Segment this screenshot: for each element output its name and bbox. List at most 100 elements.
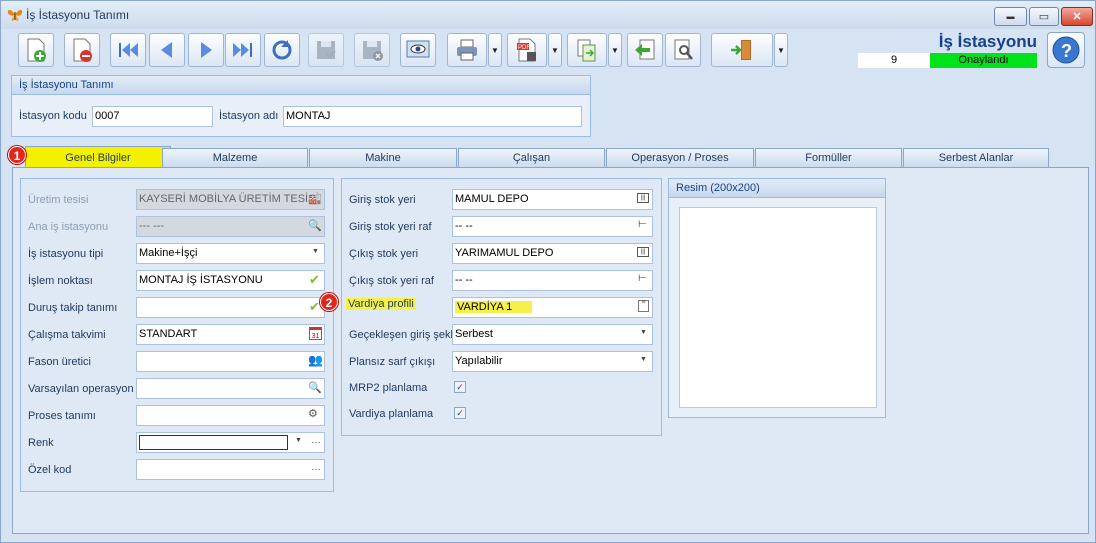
- checkmark-icon: ✓: [456, 382, 464, 392]
- tab-formuller[interactable]: Formüller: [755, 148, 902, 168]
- tab-serbest-alanlar[interactable]: Serbest Alanlar: [903, 148, 1049, 168]
- tab-genel-bilgiler[interactable]: Genel Bilgiler: [25, 146, 171, 169]
- process-icon[interactable]: ⚙: [308, 407, 318, 420]
- station-name-input[interactable]: MONTAJ: [283, 106, 582, 127]
- list-icon[interactable]: ≡: [638, 299, 649, 312]
- warehouse-icon[interactable]: |||: [637, 193, 649, 203]
- ana-is-istasyonu-label: Ana iş istasyonu: [28, 221, 109, 233]
- print-button[interactable]: [447, 33, 487, 67]
- pdf-export-icon: PDF: [517, 38, 536, 62]
- chevron-down-icon[interactable]: ▼: [640, 329, 647, 336]
- chevron-down-icon[interactable]: ▼: [312, 248, 319, 255]
- svg-text:PDF: PDF: [518, 45, 530, 51]
- calendar-icon[interactable]: 31: [309, 327, 322, 340]
- tab-malzeme[interactable]: Malzeme: [162, 148, 308, 168]
- save-cancel-icon: [363, 41, 383, 61]
- shelf-tree-icon[interactable]: ⊢: [638, 219, 647, 230]
- butterfly-app-icon: [7, 9, 23, 21]
- station-code-input[interactable]: 0007: [92, 106, 213, 127]
- dropdown-arrow-icon: ▼: [551, 45, 559, 55]
- close-button[interactable]: ✕: [1061, 7, 1093, 26]
- plansiz-sarf-select[interactable]: Yapılabilir: [452, 351, 653, 372]
- minimize-button[interactable]: ▬: [994, 7, 1027, 26]
- export-dropdown-button[interactable]: ▼: [608, 33, 622, 67]
- image-panel-title: Resim (200x200): [669, 179, 885, 198]
- factory-icon[interactable]: 🏭: [308, 192, 323, 207]
- image-placeholder[interactable]: [679, 207, 877, 408]
- refresh-button[interactable]: [264, 33, 300, 67]
- chevron-down-icon[interactable]: ▼: [640, 356, 647, 363]
- calisma-takvimi-input[interactable]: STANDART: [136, 324, 325, 345]
- save-cancel-button[interactable]: [354, 33, 390, 67]
- next-record-button[interactable]: [188, 33, 224, 67]
- previous-record-button[interactable]: [149, 33, 185, 67]
- new-record-icon: [27, 38, 46, 62]
- first-record-button[interactable]: [110, 33, 146, 67]
- check-icon[interactable]: ✔: [309, 299, 320, 315]
- vardiya-planlama-checkbox[interactable]: ✓: [454, 407, 466, 419]
- uretim-tesisi-label: Üretim tesisi: [28, 194, 89, 206]
- checkmark-icon: ✓: [456, 408, 464, 418]
- vardiya-profili-input[interactable]: VARDİYA 1: [452, 297, 653, 318]
- islem-noktasi-input[interactable]: MONTAJ İŞ İSTASYONU: [136, 270, 325, 291]
- shelf-tree-icon[interactable]: ⊢: [638, 273, 647, 284]
- delete-record-button[interactable]: [64, 33, 100, 67]
- print-icon: [457, 39, 477, 61]
- maximize-button[interactable]: ▭: [1029, 7, 1059, 26]
- vardiya-profili-value: VARDİYA 1: [455, 301, 533, 313]
- last-record-icon: [233, 43, 252, 57]
- print-dropdown-button[interactable]: ▼: [488, 33, 502, 67]
- refresh-icon: [272, 40, 292, 60]
- window-title: İş İstasyonu Tanımı: [26, 8, 130, 22]
- cikis-stok-yeri-input[interactable]: YARIMAMUL DEPO: [452, 243, 653, 264]
- lookup-icon[interactable]: 🔍: [308, 219, 323, 234]
- color-swatch: [139, 435, 288, 450]
- ellipsis-icon[interactable]: …: [311, 435, 321, 446]
- exit-dropdown-button[interactable]: ▼: [774, 33, 788, 67]
- is-istasyonu-tipi-select[interactable]: Makine+İşçi: [136, 243, 325, 264]
- help-button[interactable]: ?: [1047, 32, 1085, 68]
- users-icon[interactable]: 👥: [308, 353, 323, 367]
- record-number: 9: [858, 53, 930, 68]
- export-button[interactable]: [567, 33, 607, 67]
- islem-noktasi-label: İşlem noktası: [28, 275, 93, 287]
- svg-text:?: ?: [1061, 41, 1072, 61]
- tab-makine[interactable]: Makine: [309, 148, 457, 168]
- preview-button[interactable]: [400, 33, 436, 67]
- cikis-stok-yeri-raf-input[interactable]: -- --: [452, 270, 653, 291]
- tools-button[interactable]: [665, 33, 701, 67]
- warehouse-icon[interactable]: |||: [637, 247, 649, 257]
- save-button[interactable]: [308, 33, 344, 67]
- new-record-button[interactable]: [18, 33, 54, 67]
- durus-takip-input[interactable]: [136, 297, 325, 318]
- minimize-icon: ▬: [1006, 12, 1015, 21]
- tab-calisan[interactable]: Çalışan: [458, 148, 605, 168]
- proses-tanimi-input[interactable]: [136, 405, 325, 426]
- pdf-export-button[interactable]: PDF: [507, 33, 547, 67]
- exit-button[interactable]: [711, 33, 773, 67]
- check-icon[interactable]: ✔: [309, 272, 320, 288]
- pdf-dropdown-button[interactable]: ▼: [548, 33, 562, 67]
- step-badge-1: 1: [8, 146, 26, 164]
- save-icon: [317, 41, 336, 59]
- ozel-kod-input[interactable]: [136, 459, 325, 480]
- last-record-button[interactable]: [225, 33, 261, 67]
- tab-operasyon-proses[interactable]: Operasyon / Proses: [606, 148, 754, 168]
- previous-record-icon: [161, 42, 172, 58]
- durus-takip-label: Duruş takip tanımı: [28, 302, 118, 314]
- varsayilan-operasyon-input[interactable]: [136, 378, 325, 399]
- ana-is-istasyonu-input[interactable]: --- ---: [136, 216, 325, 237]
- giris-stok-yeri-input[interactable]: MAMUL DEPO: [452, 189, 653, 210]
- giris-stok-yeri-raf-input[interactable]: -- --: [452, 216, 653, 237]
- dropdown-arrow-icon: ▼: [611, 45, 619, 55]
- fason-uretici-input[interactable]: [136, 351, 325, 372]
- lookup-icon[interactable]: 🔍: [308, 381, 322, 394]
- fason-uretici-label: Fason üretici: [28, 356, 91, 368]
- ellipsis-icon[interactable]: …: [311, 462, 321, 473]
- dropdown-arrow-icon: ▼: [777, 45, 785, 55]
- geceklesen-giris-select[interactable]: Serbest: [452, 324, 653, 345]
- back-button[interactable]: [627, 33, 663, 67]
- uretim-tesisi-input[interactable]: KAYSERİ MOBİLYA ÜRETİM TESİSİ: [136, 189, 325, 210]
- chevron-down-icon[interactable]: ▼: [295, 437, 302, 444]
- mrp2-planlama-checkbox[interactable]: ✓: [454, 381, 466, 393]
